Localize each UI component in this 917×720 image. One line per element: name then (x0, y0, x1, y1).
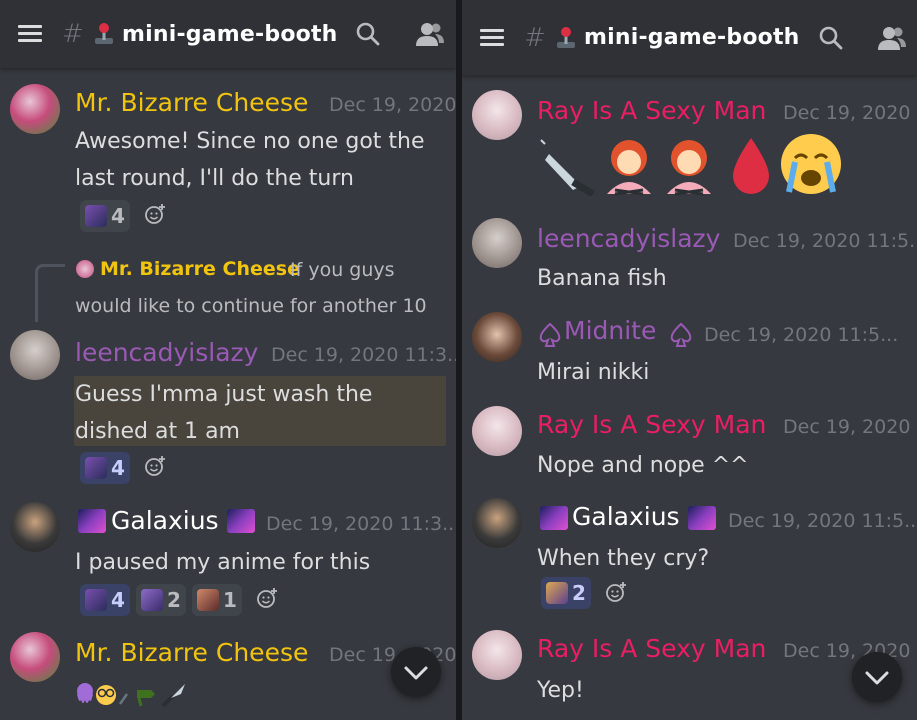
members-icon[interactable] (877, 25, 907, 51)
username[interactable]: Mr. Bizarre Cheese (75, 638, 308, 667)
message[interactable]: Midnite Dec 19, 2020 11:5... Mirai nikki (462, 310, 917, 400)
reply-avatar (76, 260, 94, 278)
avatar[interactable] (10, 502, 60, 552)
timestamp: Dec 19, 2020 11:5... (704, 324, 899, 346)
timestamp: Dec 19, 2020 11:5... (728, 510, 917, 532)
custom-emoji-icon (85, 457, 107, 479)
timestamp: Dec 19, 2020 (329, 94, 456, 116)
add-reaction-icon[interactable] (256, 587, 278, 609)
joystick-icon (557, 26, 575, 48)
reply-text[interactable]: If you guys (290, 259, 395, 281)
emoji-row (540, 134, 841, 196)
members-icon[interactable] (415, 21, 445, 47)
username[interactable]: leencadyislazy (537, 224, 720, 253)
message-text: Nope and nope ^^ (537, 453, 749, 478)
reply-text-continued[interactable]: would like to continue for another 10 (75, 295, 427, 317)
message-text: Guess I'mma just wash the dished at 1 am (75, 382, 373, 444)
reply-author[interactable]: Mr. Bizarre Cheese (100, 258, 300, 280)
channel-name[interactable]: mini-game-booth (122, 22, 338, 47)
spade-icon (539, 322, 561, 347)
joystick-icon (95, 23, 113, 44)
loudly-crying-face-icon (781, 134, 841, 194)
reaction[interactable]: 4 (80, 452, 130, 484)
username[interactable]: Mr. Bizarre Cheese (75, 88, 308, 117)
knife-icon (540, 139, 595, 196)
emoji-row (77, 683, 185, 708)
message-text: I paused my anime for this (75, 550, 371, 575)
message[interactable]: Ray Is A Sexy Man Dec 19, 2020 Yep! (462, 628, 917, 720)
spade-icon (670, 322, 692, 347)
message[interactable]: leencadyislazy Dec 19, 2020 11:5... Bana… (462, 216, 917, 306)
username[interactable]: Ray Is A Sexy Man (537, 96, 766, 125)
message[interactable]: Galaxius Dec 19, 2020 11:5... When they … (462, 496, 917, 620)
message-text: Mirai nikki (537, 360, 650, 385)
search-icon[interactable] (355, 21, 381, 47)
custom-emoji-icon (85, 589, 107, 611)
hamburger-icon[interactable] (18, 25, 42, 43)
username[interactable]: Midnite (564, 316, 656, 345)
chat-pane-left: # mini-game-booth Mr. Bizarre Cheese Dec… (0, 0, 456, 720)
add-reaction-icon[interactable] (144, 455, 166, 477)
message-text: When they cry? (537, 546, 710, 571)
custom-emoji-icon (141, 589, 163, 611)
chevron-down-icon[interactable] (852, 652, 902, 702)
username[interactable]: leencadyislazy (75, 338, 258, 367)
channel-hash: # (62, 19, 84, 49)
avatar[interactable] (472, 498, 522, 548)
galaxy-emoji-icon (688, 506, 716, 530)
avatar[interactable] (472, 630, 522, 680)
custom-emoji-icon (85, 205, 107, 227)
person-red-hair-icon (667, 140, 711, 196)
username[interactable]: Galaxius (111, 506, 219, 535)
reply-connector (35, 264, 65, 322)
timestamp: Dec 19, 2020 (783, 416, 911, 438)
reaction[interactable]: 4 (80, 584, 130, 616)
reaction[interactable]: 4 (80, 200, 130, 232)
message[interactable]: Mr. Bizarre Cheese If you guys would lik… (0, 252, 456, 492)
reaction[interactable]: 1 (192, 584, 242, 616)
person-red-hair-icon (607, 140, 651, 196)
username[interactable]: Ray Is A Sexy Man (537, 410, 766, 439)
message[interactable]: Ray Is A Sexy Man Dec 19, 2020 Nope and … (462, 404, 917, 494)
hamburger-icon[interactable] (480, 28, 504, 47)
avatar[interactable] (472, 90, 522, 140)
channel-header: # mini-game-booth (0, 0, 456, 68)
timestamp: Dec 19, 2020 11:3... (266, 513, 456, 535)
reaction[interactable]: 2 (541, 577, 591, 609)
avatar[interactable] (10, 330, 60, 380)
chevron-down-icon[interactable] (391, 647, 441, 697)
username[interactable]: Ray Is A Sexy Man (537, 634, 766, 663)
galaxy-emoji-icon (540, 506, 568, 530)
custom-emoji-icon (546, 582, 568, 604)
message[interactable]: Mr. Bizarre Cheese Dec 19, 2020 (0, 630, 456, 720)
username[interactable]: Galaxius (572, 502, 680, 531)
message-text: Awesome! Since no one got the last round… (75, 129, 425, 191)
avatar[interactable] (472, 312, 522, 362)
timestamp: Dec 19, 2020 (783, 102, 911, 124)
avatar[interactable] (472, 218, 522, 268)
avatar[interactable] (472, 406, 522, 456)
avatar[interactable] (10, 84, 60, 134)
channel-name[interactable]: mini-game-booth (584, 25, 800, 50)
timestamp: Dec 19, 2020 11:5... (733, 230, 917, 252)
search-icon[interactable] (818, 25, 844, 51)
message[interactable]: Galaxius Dec 19, 2020 11:3... I paused m… (0, 500, 456, 625)
message[interactable]: Ray Is A Sexy Man Dec 19, 2020 (462, 88, 917, 208)
custom-emoji-icon (197, 589, 219, 611)
timestamp: Dec 19, 2020 11:3... (271, 344, 456, 366)
add-reaction-icon[interactable] (605, 581, 627, 603)
avatar[interactable] (10, 632, 60, 682)
add-reaction-icon[interactable] (144, 203, 166, 225)
galaxy-emoji-icon (227, 509, 255, 533)
message-text: Banana fish (537, 266, 667, 291)
channel-header: # mini-game-booth (462, 0, 917, 75)
chat-pane-right: # mini-game-booth Ray Is A Sexy Man Dec … (462, 0, 917, 720)
drop-of-blood-icon (733, 138, 769, 194)
channel-hash: # (524, 22, 546, 53)
message[interactable]: Mr. Bizarre Cheese Dec 19, 2020 Awesome!… (0, 80, 456, 240)
message-text: Yep! (537, 678, 584, 703)
reaction[interactable]: 2 (136, 584, 186, 616)
galaxy-emoji-icon (78, 509, 106, 533)
